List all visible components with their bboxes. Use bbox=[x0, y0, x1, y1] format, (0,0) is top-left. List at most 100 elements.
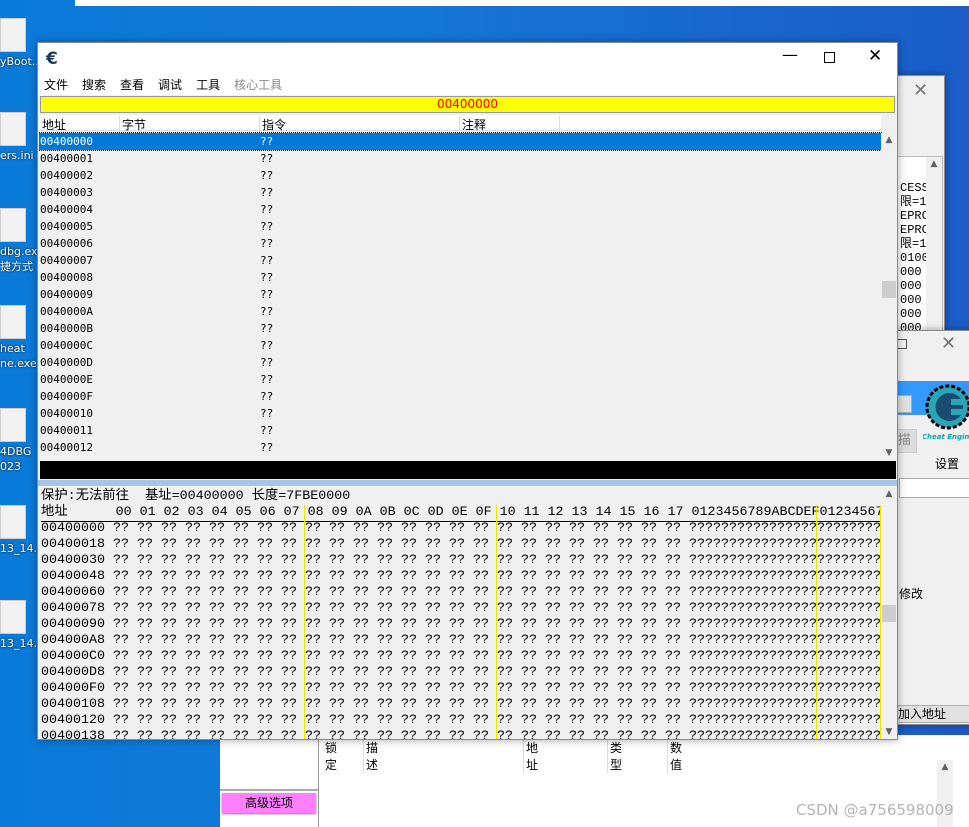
hex-byte[interactable]: ?? bbox=[113, 521, 129, 536]
hex-row[interactable]: 00400078 ?? ?? ?? ?? ?? ?? ?? ?? ?? ?? ?… bbox=[41, 601, 881, 617]
hex-byte[interactable]: ?? bbox=[209, 521, 225, 536]
hex-byte[interactable]: ?? bbox=[281, 681, 297, 696]
hex-byte[interactable]: ?? bbox=[257, 681, 273, 696]
hex-row[interactable]: 00400000 ?? ?? ?? ?? ?? ?? ?? ?? ?? ?? ?… bbox=[41, 521, 881, 537]
hex-byte[interactable]: ?? bbox=[569, 729, 585, 739]
hex-byte[interactable]: ?? bbox=[425, 713, 441, 728]
disasm-row[interactable]: 00400012?? bbox=[39, 439, 881, 456]
hex-byte[interactable]: ?? bbox=[233, 665, 249, 680]
hex-byte[interactable]: ?? bbox=[305, 729, 321, 739]
hex-byte[interactable]: ?? bbox=[617, 713, 633, 728]
menu-item[interactable]: 核心工具 bbox=[234, 78, 282, 92]
hex-byte[interactable]: ?? bbox=[377, 537, 393, 552]
disassembler-pane[interactable]: 地址 字节 指令 注释 00400000?? 00400001?? 00400002?? 0… bbox=[39, 115, 897, 460]
hex-byte[interactable]: ?? bbox=[401, 649, 417, 664]
hex-byte[interactable]: ?? bbox=[329, 617, 345, 632]
hex-byte[interactable]: ?? bbox=[569, 681, 585, 696]
hex-byte[interactable]: ?? bbox=[185, 681, 201, 696]
hex-byte[interactable]: ?? bbox=[569, 665, 585, 680]
hex-row[interactable]: 00400048 ?? ?? ?? ?? ?? ?? ?? ?? ?? ?? ?… bbox=[41, 569, 881, 585]
hex-byte[interactable]: ?? bbox=[425, 521, 441, 536]
disasm-row[interactable]: 00400006?? bbox=[39, 235, 881, 252]
disasm-row[interactable]: ?? bbox=[39, 456, 881, 460]
hex-byte[interactable]: ?? bbox=[281, 585, 297, 600]
hex-byte[interactable]: ?? bbox=[209, 569, 225, 584]
hex-byte[interactable]: ?? bbox=[449, 553, 465, 568]
hex-byte[interactable]: ?? bbox=[353, 649, 369, 664]
hex-byte[interactable]: ?? bbox=[401, 697, 417, 712]
hex-byte[interactable]: ?? bbox=[425, 681, 441, 696]
hex-byte[interactable]: ?? bbox=[425, 665, 441, 680]
hex-byte[interactable]: ?? bbox=[329, 537, 345, 552]
hex-byte[interactable]: ?? bbox=[569, 633, 585, 648]
disasm-row[interactable]: 0040000E?? bbox=[39, 371, 881, 388]
value-input[interactable] bbox=[899, 478, 969, 498]
hex-byte[interactable]: ?? bbox=[593, 681, 609, 696]
maximize-icon[interactable] bbox=[897, 339, 907, 349]
hex-byte[interactable]: ?? bbox=[377, 633, 393, 648]
hex-byte[interactable]: ?? bbox=[569, 713, 585, 728]
hex-byte[interactable]: ?? bbox=[569, 521, 585, 536]
hex-byte[interactable]: ?? bbox=[185, 537, 201, 552]
hex-byte[interactable]: ?? bbox=[593, 713, 609, 728]
hex-byte[interactable]: ?? bbox=[113, 569, 129, 584]
hex-row[interactable]: 00400030 ?? ?? ?? ?? ?? ?? ?? ?? ?? ?? ?… bbox=[41, 553, 881, 569]
hex-byte[interactable]: ?? bbox=[137, 697, 153, 712]
hex-byte[interactable]: ?? bbox=[593, 569, 609, 584]
hex-byte[interactable]: ?? bbox=[257, 537, 273, 552]
hex-byte[interactable]: ?? bbox=[233, 521, 249, 536]
hex-byte[interactable]: ?? bbox=[209, 585, 225, 600]
menu-item[interactable]: 文件 bbox=[44, 78, 68, 92]
hex-byte[interactable]: ?? bbox=[161, 601, 177, 616]
hex-byte[interactable]: ?? bbox=[281, 537, 297, 552]
hex-byte[interactable]: ?? bbox=[569, 585, 585, 600]
hex-byte[interactable]: ?? bbox=[257, 633, 273, 648]
disasm-row[interactable]: 00400005?? bbox=[39, 218, 881, 235]
hex-byte[interactable]: ?? bbox=[353, 681, 369, 696]
hex-byte[interactable]: ?? bbox=[137, 633, 153, 648]
hex-byte[interactable]: ?? bbox=[329, 729, 345, 739]
menu-item[interactable]: 查看 bbox=[120, 78, 144, 92]
hex-byte[interactable]: ?? bbox=[209, 729, 225, 739]
hex-byte[interactable]: ?? bbox=[425, 697, 441, 712]
close-icon[interactable]: ✕ bbox=[941, 333, 956, 354]
hex-byte[interactable]: ?? bbox=[473, 553, 489, 568]
hex-byte[interactable]: ?? bbox=[641, 521, 657, 536]
hex-byte[interactable]: ?? bbox=[185, 729, 201, 739]
hex-byte[interactable]: ?? bbox=[665, 601, 681, 616]
hex-byte[interactable]: ?? bbox=[593, 729, 609, 739]
hex-byte[interactable]: ?? bbox=[137, 537, 153, 552]
hex-byte[interactable]: ?? bbox=[497, 569, 513, 584]
hex-byte[interactable]: ?? bbox=[497, 617, 513, 632]
hex-byte[interactable]: ?? bbox=[521, 617, 537, 632]
hex-byte[interactable]: ?? bbox=[161, 697, 177, 712]
hex-byte[interactable]: ?? bbox=[641, 585, 657, 600]
cheat-engine-logo[interactable]: Cheat Engine bbox=[922, 383, 969, 443]
hex-byte[interactable]: ?? bbox=[545, 649, 561, 664]
hex-row[interactable]: 00400138 ?? ?? ?? ?? ?? ?? ?? ?? ?? ?? ?… bbox=[41, 729, 881, 739]
hex-byte[interactable]: ?? bbox=[641, 553, 657, 568]
hex-byte[interactable]: ?? bbox=[137, 569, 153, 584]
hex-byte[interactable]: ?? bbox=[617, 633, 633, 648]
hex-byte[interactable]: ?? bbox=[617, 649, 633, 664]
hex-byte[interactable]: ?? bbox=[473, 617, 489, 632]
disasm-row[interactable]: 00400002?? bbox=[39, 167, 881, 184]
hex-byte[interactable]: ?? bbox=[641, 633, 657, 648]
hex-byte[interactable]: ?? bbox=[281, 713, 297, 728]
hex-byte[interactable]: ?? bbox=[353, 697, 369, 712]
hex-byte[interactable]: ?? bbox=[377, 601, 393, 616]
hex-byte[interactable]: ?? bbox=[641, 601, 657, 616]
hex-byte[interactable]: ?? bbox=[593, 697, 609, 712]
hex-byte[interactable]: ?? bbox=[377, 665, 393, 680]
hex-byte[interactable]: ?? bbox=[137, 649, 153, 664]
desktop-icon[interactable]: yBoot... bbox=[0, 18, 42, 69]
hex-byte[interactable]: ?? bbox=[113, 633, 129, 648]
hex-byte[interactable]: ?? bbox=[137, 553, 153, 568]
hex-byte[interactable]: ?? bbox=[281, 633, 297, 648]
hex-byte[interactable]: ?? bbox=[425, 617, 441, 632]
hex-byte[interactable]: ?? bbox=[617, 569, 633, 584]
hex-byte[interactable]: ?? bbox=[401, 617, 417, 632]
hex-byte[interactable]: ?? bbox=[209, 633, 225, 648]
hex-byte[interactable]: ?? bbox=[473, 633, 489, 648]
hex-byte[interactable]: ?? bbox=[209, 681, 225, 696]
